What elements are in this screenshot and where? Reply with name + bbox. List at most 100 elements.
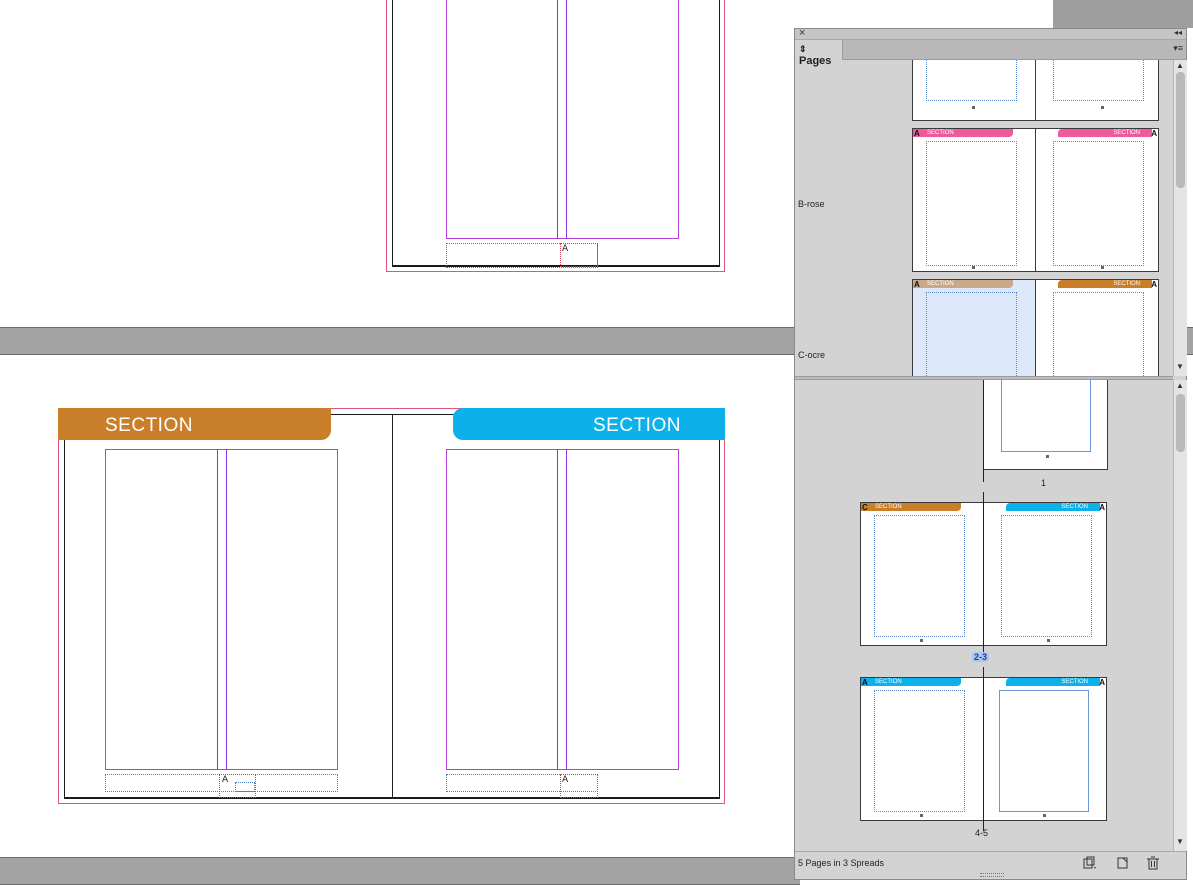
trash-icon[interactable] [1145,856,1161,870]
thumb-margin [874,690,965,812]
master-b-rose-left[interactable]: SECTION A [912,128,1036,272]
scroll-down-icon[interactable]: ▼ [1176,837,1184,846]
scroll-down-icon[interactable]: ▼ [1176,362,1184,371]
master-label-b-rose: B-rose [798,199,825,209]
right-folio-marker: A [562,775,569,785]
scroll-up-icon[interactable]: ▲ [1176,61,1184,70]
panel-menu-icon[interactable]: ▾≡ [1173,43,1183,54]
thumb-folio-dot [1101,106,1104,109]
thumb-tab-label: SECTION [1113,130,1140,136]
bottom-spread-spine [392,414,393,799]
thumb-folio-dot [1043,814,1046,817]
new-page-icon[interactable] [1115,856,1131,870]
thumb-prefix: A [914,280,920,289]
thumb-margin [1001,515,1092,637]
thumb-section-tab: SECTION [1006,503,1100,511]
section-tab-left-label: SECTION [105,415,193,436]
panel-tab-row: ⇕ Pages ▾≡ [795,40,1186,67]
thumb-prefix: A [1099,503,1105,512]
thumb-section-tab: SECTION [913,129,1013,137]
left-folio-marker: A [222,775,229,785]
spread-2-3-label[interactable]: 2-3 [972,652,990,662]
pages-panel[interactable]: × ◂◂ ⇕ Pages ▾≡ B-rose SECTION A SECTION [794,27,1187,880]
page-size-icon[interactable] [1082,856,1098,870]
tab-sort-icon: ⇕ [799,44,807,54]
resize-grip-icon[interactable] [980,873,1004,877]
master-b-rose-right[interactable]: SECTION A [1035,128,1159,272]
pages-section[interactable]: 1 SECTION C SECTION A 2-3 SECTION A SECT… [795,380,1173,851]
page-3-thumb[interactable]: SECTION A [983,502,1107,646]
pages-scrollbar[interactable]: ▲ ▼ [1173,380,1187,851]
page-4-thumb[interactable]: SECTION A [860,677,984,821]
spread-4-5-label[interactable]: 4-5 [975,828,988,838]
pages-status-text: 5 Pages in 3 Spreads [798,858,885,868]
left-column-guide [217,449,218,770]
page-1-thumb[interactable] [984,380,1108,470]
thumb-prefix: A [914,129,920,138]
section-tab-right-label: SECTION [593,415,681,436]
top-margin-box [446,0,679,239]
thumb-tab-label: SECTION [1061,679,1088,685]
section-tab-left[interactable]: SECTION [58,408,331,440]
thumb-section-tab: SECTION [1006,678,1100,686]
thumb-folio-dot [920,814,923,817]
spread-2-3-spine [983,492,984,656]
thumb-margin [1053,141,1144,266]
thumb-folio-dot [1101,266,1104,269]
thumb-prefix: A [1151,280,1157,289]
thumb-prefix: A [1151,129,1157,138]
thumb-tab-label: SECTION [1113,281,1140,287]
master-thumb-right[interactable] [1035,60,1159,121]
thumb-section-tab: SECTION [861,678,961,686]
top-folio-marker: A [562,244,569,254]
thumb-folio-dot [920,639,923,642]
right-column-guide [566,449,567,770]
page-5-thumb[interactable]: SECTION A [983,677,1107,821]
left-page-margin [105,449,338,770]
master-c-ocre-left[interactable]: SECTION A [912,279,1036,376]
thumb-folio-dot [1046,455,1049,458]
thumb-prefix: C [862,503,868,512]
thumb-prefix: A [1099,678,1105,687]
thumb-tab-label: SECTION [927,130,954,136]
right-column-guide [557,449,558,770]
thumb-prefix: A [862,678,868,687]
thumb-folio-dot [972,266,975,269]
page-1-label[interactable]: 1 [1041,478,1046,488]
thumb-section-tab: SECTION [1058,129,1152,137]
pasteboard-separator-bottom [0,857,800,885]
thumb-tab-label: SECTION [1061,504,1088,510]
master-label-c-ocre: C-ocre [798,350,826,360]
top-column-guide [566,0,567,239]
thumb-section-tab: SECTION [913,280,1013,288]
tab-pages[interactable]: ⇕ Pages [795,40,843,67]
section-tab-right[interactable]: SECTION [453,408,725,440]
thumb-tab-label: SECTION [875,504,902,510]
scroll-up-icon[interactable]: ▲ [1176,381,1184,390]
panel-title-bar[interactable]: × ◂◂ [795,27,1186,40]
master-thumb-left[interactable] [912,60,1036,121]
pasteboard-area [1053,0,1193,28]
thumb-margin [874,515,965,637]
thumb-margin [1053,60,1144,101]
master-c-ocre-right[interactable]: SECTION A [1035,279,1159,376]
spread-4-5-spine [983,667,984,831]
top-column-guide [557,0,558,239]
panel-status-bar: 5 Pages in 3 Spreads [795,851,1186,873]
left-column-guide [226,449,227,770]
thumb-margin [926,141,1017,266]
masters-scroll-thumb[interactable] [1176,72,1185,188]
close-icon[interactable]: × [799,27,805,39]
right-page-margin [446,449,679,770]
masters-section[interactable]: B-rose SECTION A SECTION A C-ocre SECTIO… [795,60,1173,376]
thumb-margin [926,60,1017,101]
masters-scrollbar[interactable]: ▲ ▼ [1173,60,1187,376]
collapse-icon[interactable]: ◂◂ [1174,28,1182,37]
thumb-margin [999,690,1089,812]
thumb-tab-label: SECTION [875,679,902,685]
thumb-folio-dot [1047,639,1050,642]
thumb-section-tab: SECTION [1058,280,1152,288]
page-1-spine [983,380,984,482]
page-2-thumb[interactable]: SECTION C [860,502,984,646]
pages-scroll-thumb[interactable] [1176,394,1185,452]
